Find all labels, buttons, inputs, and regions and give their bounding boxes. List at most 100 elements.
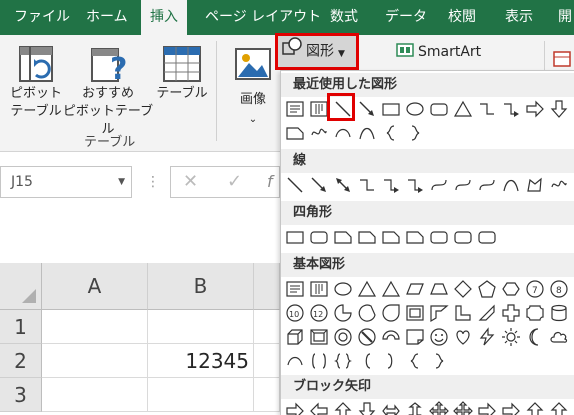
shape-snip-icon[interactable] <box>357 227 377 247</box>
enter-icon[interactable]: ✓ <box>227 167 242 197</box>
shape-deca-icon[interactable]: 10 <box>285 303 305 323</box>
shape-scribble-icon[interactable] <box>309 123 329 143</box>
table-button[interactable]: テーブル <box>156 41 208 131</box>
name-box[interactable]: J15 ▼ <box>0 166 132 198</box>
shape-snip-icon[interactable] <box>405 227 425 247</box>
shape-rbrace-icon[interactable] <box>429 351 449 371</box>
shape-curve-icon[interactable] <box>501 175 521 195</box>
shape-hexa-icon[interactable] <box>501 279 521 299</box>
cell-c2[interactable] <box>254 344 280 378</box>
shape-diamond-icon[interactable] <box>453 279 473 299</box>
shape-textbox-icon[interactable] <box>285 279 305 299</box>
shape-tri-icon[interactable] <box>357 279 377 299</box>
shape-sun-icon[interactable] <box>501 327 521 347</box>
shape-arc-icon[interactable] <box>333 123 353 143</box>
shape-elbowarrow-icon[interactable] <box>381 175 401 195</box>
shape-trap-icon[interactable] <box>429 279 449 299</box>
shape-rarrow-icon[interactable] <box>285 401 305 415</box>
shape-hepta-icon[interactable]: 7 <box>525 279 545 299</box>
shape-bracepair-icon[interactable] <box>333 351 353 371</box>
shape-vtextbox-icon[interactable] <box>309 99 329 119</box>
shape-dodeca-icon[interactable]: 12 <box>309 303 329 323</box>
shape-plaque-icon[interactable] <box>525 303 545 323</box>
shape-line-icon[interactable] <box>285 175 305 195</box>
shape-rarrow-icon[interactable] <box>477 401 497 415</box>
shape-quadarrow-icon[interactable] <box>453 401 473 415</box>
shape-scurve-icon[interactable] <box>429 175 449 195</box>
name-box-dropdown-icon[interactable]: ▼ <box>118 167 125 197</box>
shape-scribble-icon[interactable] <box>549 175 569 195</box>
shape-darrowb-icon[interactable] <box>357 401 377 415</box>
shape-octa-icon[interactable]: 8 <box>549 279 569 299</box>
shape-freeform-icon[interactable] <box>525 175 545 195</box>
recommended-pivot-button[interactable]: ? おすすめ ピボットテーブル <box>60 41 156 137</box>
shape-plus-icon[interactable] <box>501 303 521 323</box>
shape-elbowarrow-icon[interactable] <box>405 175 425 195</box>
shape-lrarrow-icon[interactable] <box>381 401 401 415</box>
shape-textbox-icon[interactable] <box>285 99 305 119</box>
shape-oval-icon[interactable] <box>333 279 353 299</box>
shape-curve-icon[interactable] <box>357 123 377 143</box>
shape-snip-icon[interactable] <box>333 227 353 247</box>
shape-uarrow-icon[interactable] <box>549 401 569 415</box>
shape-smiley-icon[interactable] <box>429 327 449 347</box>
row-header-2[interactable]: 2 <box>0 344 42 378</box>
tab-insert[interactable]: 挿入 <box>141 0 187 35</box>
shape-can-icon[interactable] <box>549 303 569 323</box>
shape-rrect-icon[interactable] <box>429 99 449 119</box>
shape-quadarrow-icon[interactable] <box>429 401 449 415</box>
shape-penta-icon[interactable] <box>477 279 497 299</box>
formula-bar[interactable]: ✕ ✓ f <box>170 166 280 198</box>
tab-data[interactable]: データ <box>385 0 427 35</box>
cell-a1[interactable] <box>42 310 148 344</box>
tab-review[interactable]: 校閲 <box>448 0 476 35</box>
shape-bevel-icon[interactable] <box>309 327 329 347</box>
pivot-table-button[interactable]: ピボット テーブル <box>6 41 66 131</box>
shape-arrow-icon[interactable] <box>309 175 329 195</box>
shape-lbracket-icon[interactable] <box>357 351 377 371</box>
shape-larrow-icon[interactable] <box>309 401 329 415</box>
shape-uarrow-icon[interactable] <box>525 401 545 415</box>
shape-donut-icon[interactable] <box>333 327 353 347</box>
column-header-b[interactable]: B <box>148 263 254 310</box>
shape-rrect-icon[interactable] <box>477 227 497 247</box>
shape-fold-icon[interactable] <box>405 327 425 347</box>
shape-rbrace-icon[interactable] <box>405 123 425 143</box>
cell-a2[interactable] <box>42 344 148 378</box>
cell-b3[interactable] <box>148 378 254 412</box>
column-header-c[interactable] <box>254 263 280 310</box>
shape-elbow-icon[interactable] <box>477 99 497 119</box>
shape-para-icon[interactable] <box>405 279 425 299</box>
shape-rrect-icon[interactable] <box>309 227 329 247</box>
insert-function-icon[interactable]: f <box>267 167 273 197</box>
images-button[interactable]: 画像 ⌄ <box>230 41 276 131</box>
row-header-3[interactable]: 3 <box>0 378 42 412</box>
shape-scurve-icon[interactable] <box>453 175 473 195</box>
shape-rrect-icon[interactable] <box>429 227 449 247</box>
shape-cloud-icon[interactable] <box>549 327 569 347</box>
cell-a3[interactable] <box>42 378 148 412</box>
shape-elbowarrow-icon[interactable] <box>501 99 521 119</box>
smartart-button[interactable]: SmartArt <box>396 43 481 61</box>
shape-darrow-icon[interactable] <box>333 175 353 195</box>
shape-moon-icon[interactable] <box>525 327 545 347</box>
shape-snip-icon[interactable] <box>381 227 401 247</box>
shape-rect-icon[interactable] <box>285 227 305 247</box>
cell-c1[interactable] <box>254 310 280 344</box>
shape-lbrace-icon[interactable] <box>405 351 425 371</box>
shape-arrow-icon[interactable] <box>357 99 377 119</box>
shape-frame-icon[interactable] <box>405 303 425 323</box>
shape-cube-icon[interactable] <box>285 327 305 347</box>
shape-rarrow-icon[interactable] <box>501 401 521 415</box>
cell-b1[interactable] <box>148 310 254 344</box>
shape-rrect-icon[interactable] <box>453 227 473 247</box>
tab-page-layout[interactable]: ページ レイアウト <box>205 0 321 35</box>
shape-uarrow-icon[interactable] <box>333 401 353 415</box>
shape-tear-icon[interactable] <box>381 303 401 323</box>
cell-b2[interactable]: 12345 <box>148 344 254 378</box>
shape-udarrow-icon[interactable] <box>405 401 425 415</box>
shape-arc-icon[interactable] <box>285 351 305 371</box>
shape-pie-icon[interactable] <box>333 303 353 323</box>
select-all-corner[interactable] <box>0 263 42 310</box>
tab-view[interactable]: 表示 <box>505 0 533 35</box>
